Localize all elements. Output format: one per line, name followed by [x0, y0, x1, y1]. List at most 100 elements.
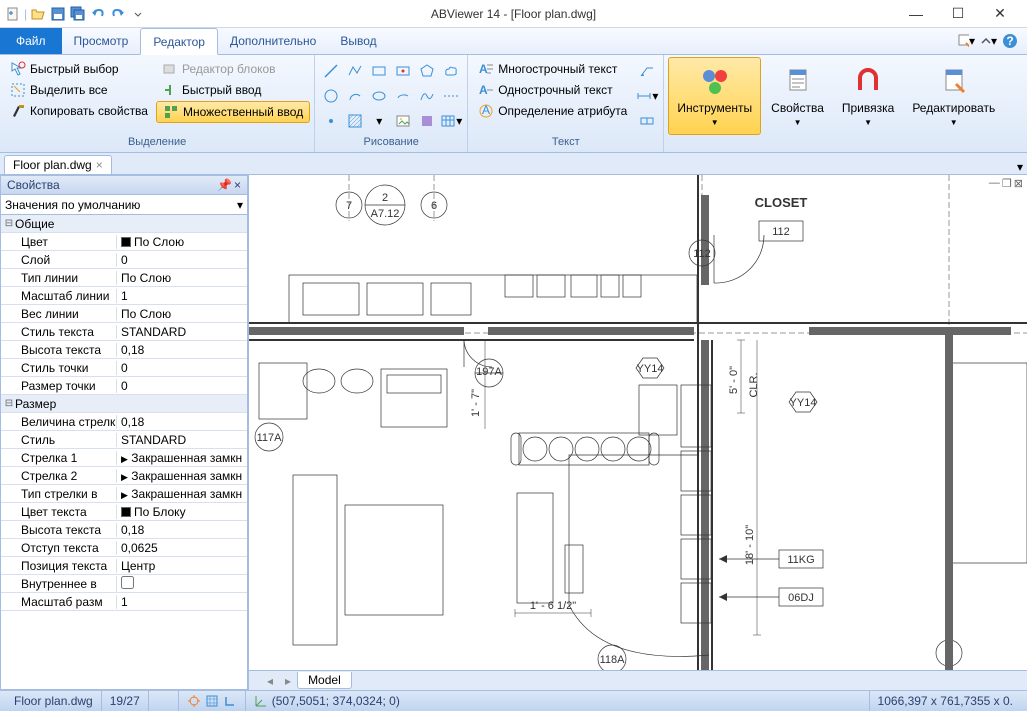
svg-text:YY14: YY14 — [790, 397, 817, 409]
menu-view[interactable]: Просмотр — [62, 28, 141, 54]
menu-file[interactable]: Файл — [0, 28, 62, 54]
drawing-canvas[interactable]: 7 6 2 A7.12 5 CLOSET 112 — [249, 175, 1027, 670]
edit-panel-button[interactable]: Редактировать▼ — [904, 57, 1003, 135]
solid-tool[interactable]: ▾ — [367, 109, 391, 133]
tools-panel-button[interactable]: Инструменты▼ — [668, 57, 761, 135]
prop-row[interactable]: Масштаб линии1 — [1, 287, 247, 305]
quick-select-button[interactable]: Быстрый выбор — [4, 59, 154, 79]
prop-row[interactable]: Высота текста0,18 — [1, 341, 247, 359]
circle-tool[interactable] — [319, 84, 343, 108]
dimension-tool[interactable]: ▾ — [635, 84, 659, 108]
prop-row[interactable]: Цвет текстаПо Блоку — [1, 503, 247, 521]
props-panel-button[interactable]: Свойства▼ — [763, 57, 832, 135]
rect-center-tool[interactable] — [391, 59, 415, 83]
svg-text:2: 2 — [382, 192, 388, 204]
prop-row[interactable]: Внутреннее в — [1, 575, 247, 593]
tab-next-icon[interactable]: ▸ — [279, 674, 297, 688]
mtext-button[interactable]: AМногострочный текст — [472, 59, 633, 79]
options-icon[interactable]: ▾ — [957, 32, 975, 50]
default-values-dropdown[interactable]: Значения по умолчанию▾ — [0, 195, 248, 215]
select-all-button[interactable]: Выделить все — [4, 80, 154, 100]
prop-row[interactable]: Слой0 — [1, 251, 247, 269]
menubar: Файл Просмотр Редактор Дополнительно Выв… — [0, 28, 1027, 55]
quick-input-button[interactable]: Быстрый ввод — [156, 80, 310, 100]
prop-row[interactable]: Масштаб разм1 — [1, 593, 247, 611]
prop-row[interactable]: Высота текста0,18 — [1, 521, 247, 539]
new-file-icon[interactable] — [4, 5, 22, 23]
tolerance-tool[interactable] — [635, 109, 659, 133]
copy-props-button[interactable]: Копировать свойства — [4, 101, 154, 121]
locate-icon[interactable] — [187, 694, 201, 709]
leader-tool[interactable] — [635, 59, 659, 83]
line-tool[interactable] — [319, 59, 343, 83]
model-tab[interactable]: Model — [297, 672, 352, 689]
help-icon[interactable]: ? — [1001, 32, 1019, 50]
prop-category-dimension[interactable]: ⊟Размер — [1, 395, 247, 413]
construction-line-tool[interactable] — [439, 84, 463, 108]
hatch-tool[interactable] — [343, 109, 367, 133]
prop-row[interactable]: Вес линииПо Слою — [1, 305, 247, 323]
svg-text:7: 7 — [346, 200, 352, 212]
viewport-restore-icon[interactable]: ❐ — [1002, 177, 1012, 190]
table-tool[interactable]: ▾ — [439, 109, 463, 133]
ellipse-tool[interactable] — [367, 84, 391, 108]
menu-editor[interactable]: Редактор — [140, 28, 218, 55]
minimize-button[interactable]: — — [901, 4, 931, 24]
panel-close-icon[interactable]: × — [234, 178, 241, 192]
attrdef-button[interactable]: AОпределение атрибута — [472, 101, 633, 121]
svg-text:118A: 118A — [600, 654, 626, 666]
window-buttons: — ☐ ✕ — [901, 4, 1023, 24]
maximize-button[interactable]: ☐ — [943, 4, 973, 24]
arc-tool[interactable] — [343, 84, 367, 108]
prop-row[interactable]: Тип стрелки в▶ Закрашенная замкн — [1, 485, 247, 503]
prop-row[interactable]: Отступ текста0,0625 — [1, 539, 247, 557]
polyline-tool[interactable] — [343, 59, 367, 83]
snap-panel-button[interactable]: Привязка▼ — [834, 57, 902, 135]
undo-icon[interactable] — [89, 5, 107, 23]
cloud-tool[interactable] — [439, 59, 463, 83]
ortho-icon[interactable] — [223, 694, 237, 709]
close-button[interactable]: ✕ — [985, 4, 1015, 24]
prop-row[interactable]: Тип линииПо Слою — [1, 269, 247, 287]
ribbon-group-panels: Инструменты▼ Свойства▼ Привязка▼ Редакти… — [664, 55, 1007, 152]
file-tab[interactable]: Floor plan.dwg × — [4, 155, 112, 174]
prop-category-general[interactable]: ⊟Общие — [1, 215, 247, 233]
inner-checkbox[interactable] — [121, 576, 134, 589]
prop-row[interactable]: Стиль текстаSTANDARD — [1, 323, 247, 341]
block-insert-tool[interactable] — [415, 109, 439, 133]
open-icon[interactable] — [29, 5, 47, 23]
menu-output[interactable]: Вывод — [328, 28, 388, 54]
stext-button[interactable]: AОднострочный текст — [472, 80, 633, 100]
svg-text:117A: 117A — [257, 432, 283, 444]
pin-icon[interactable]: 📌 — [217, 178, 232, 192]
prop-row[interactable]: Позиция текстаЦентр — [1, 557, 247, 575]
canvas-area: — ❐ ⊠ 7 6 2 A7.12 5 CLOS — [249, 175, 1027, 690]
ellipse-arc-tool[interactable] — [391, 84, 415, 108]
rect-tool[interactable] — [367, 59, 391, 83]
prop-row[interactable]: Стрелка 2▶ Закрашенная замкн — [1, 467, 247, 485]
viewport-close-icon[interactable]: ⊠ — [1014, 177, 1023, 190]
prop-row[interactable]: Размер точки0 — [1, 377, 247, 395]
multi-input-toggle[interactable]: Множественный ввод — [156, 101, 310, 123]
panel-header: Свойства 📌 × — [0, 175, 248, 195]
prop-row[interactable]: Величина стрелки0,18 — [1, 413, 247, 431]
qat-dropdown-icon[interactable] — [129, 5, 147, 23]
save-icon[interactable] — [49, 5, 67, 23]
menu-extra[interactable]: Дополнительно — [218, 28, 328, 54]
prop-row[interactable]: СтильSTANDARD — [1, 431, 247, 449]
tabstrip-menu-icon[interactable]: ▾ — [1017, 160, 1027, 174]
grid-snap-icon[interactable] — [205, 694, 219, 709]
spline-tool[interactable] — [415, 84, 439, 108]
tab-prev-icon[interactable]: ◂ — [261, 674, 279, 688]
viewport-min-icon[interactable]: — — [989, 177, 1000, 190]
ribbon-min-icon[interactable]: ▾ — [979, 32, 997, 50]
prop-row[interactable]: ЦветПо Слою — [1, 233, 247, 251]
file-tab-close-icon[interactable]: × — [96, 158, 103, 172]
image-tool[interactable] — [391, 109, 415, 133]
polygon-tool[interactable] — [415, 59, 439, 83]
point-tool[interactable] — [319, 109, 343, 133]
prop-row[interactable]: Стрелка 1▶ Закрашенная замкн — [1, 449, 247, 467]
save-all-icon[interactable] — [69, 5, 87, 23]
prop-row[interactable]: Стиль точки0 — [1, 359, 247, 377]
redo-icon[interactable] — [109, 5, 127, 23]
